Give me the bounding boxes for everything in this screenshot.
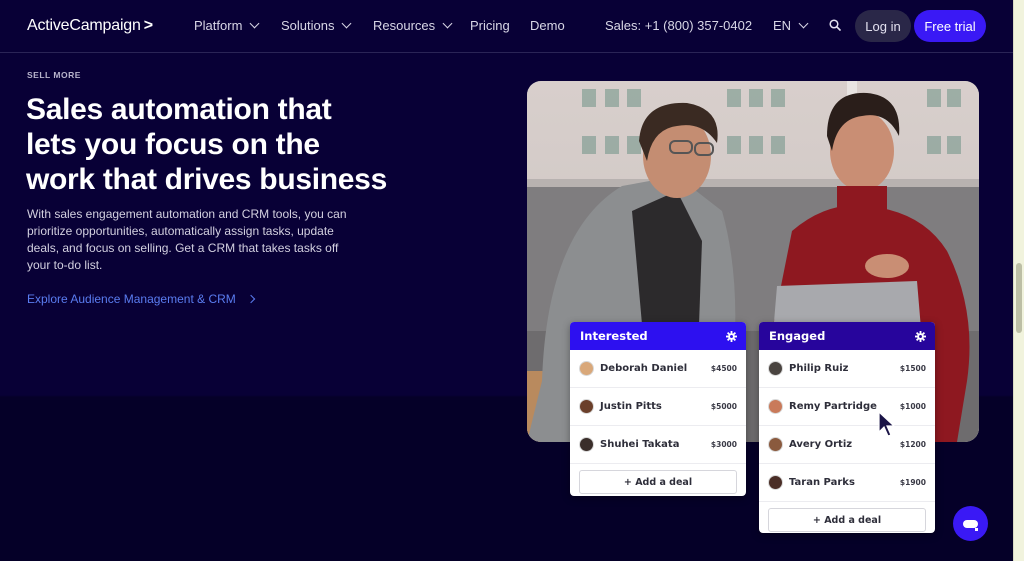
page-scrollbar[interactable] xyxy=(1013,0,1024,561)
free-trial-button[interactable]: Free trial xyxy=(914,10,986,42)
deal-row[interactable]: Remy Partridge $1000 xyxy=(759,388,935,426)
scrollbar-thumb[interactable] xyxy=(1016,263,1022,333)
deal-name: Deborah Daniel xyxy=(600,363,688,374)
deal-name: Philip Ruiz xyxy=(789,363,849,374)
deal-amount: $1000 xyxy=(899,402,926,411)
nav-resources[interactable]: Resources xyxy=(373,18,453,33)
avatar xyxy=(768,475,783,490)
chevron-right-icon xyxy=(246,294,256,304)
deal-row[interactable]: Justin Pitts $5000 xyxy=(570,388,746,426)
deal-row[interactable]: Deborah Daniel $4500 xyxy=(570,350,746,388)
deal-amount: $4500 xyxy=(710,364,737,373)
deal-amount: $5000 xyxy=(710,402,737,411)
pipeline-stage-interested: Interested Deborah Daniel $4500 Justin P… xyxy=(570,322,746,496)
deal-amount: $1200 xyxy=(899,440,926,449)
avatar xyxy=(579,399,594,414)
deal-name: Justin Pitts xyxy=(600,401,662,412)
nav-platform[interactable]: Platform xyxy=(194,18,260,33)
deal-amount: $1900 xyxy=(899,478,926,487)
avatar xyxy=(768,361,783,376)
deal-row[interactable]: Avery Ortiz $1200 xyxy=(759,426,935,464)
stage-title: Engaged xyxy=(769,329,826,343)
nav-label: Resources xyxy=(373,18,436,33)
deal-name: Taran Parks xyxy=(789,477,855,488)
nav-pricing[interactable]: Pricing xyxy=(470,18,510,33)
chat-button[interactable] xyxy=(953,506,988,541)
nav-label: Pricing xyxy=(470,18,510,33)
stage-header: Interested xyxy=(570,322,746,350)
deal-row[interactable]: Shuhei Takata $3000 xyxy=(570,426,746,464)
nav-demo[interactable]: Demo xyxy=(530,18,565,33)
page: ActiveCampaign > Platform Solutions Reso… xyxy=(0,0,1013,561)
chevron-down-icon xyxy=(798,18,809,29)
headline-line: lets you focus on the xyxy=(26,128,320,161)
chevron-down-icon xyxy=(442,18,453,29)
eyebrow-label: SELL MORE xyxy=(27,70,81,80)
deal-row[interactable]: Philip Ruiz $1500 xyxy=(759,350,935,388)
stage-title: Interested xyxy=(580,329,648,343)
link-label: Explore Audience Management & CRM xyxy=(27,292,236,306)
chevron-down-icon xyxy=(249,18,260,29)
nav-label: Demo xyxy=(530,18,565,33)
avatar xyxy=(768,399,783,414)
nav-solutions[interactable]: Solutions xyxy=(281,18,352,33)
deal-row[interactable]: Taran Parks $1900 xyxy=(759,464,935,502)
headline-line: work that drives business xyxy=(26,163,387,196)
gear-icon[interactable] xyxy=(915,330,926,342)
gear-icon[interactable] xyxy=(726,330,737,342)
sales-phone-link[interactable]: Sales: +1 (800) 357-0402 xyxy=(605,18,752,33)
cursor-pointer-icon xyxy=(878,411,896,437)
chat-icon xyxy=(963,519,978,531)
search-icon[interactable] xyxy=(829,19,841,31)
avatar xyxy=(579,437,594,452)
nav-label: Solutions xyxy=(281,18,335,33)
login-button[interactable]: Log in xyxy=(855,10,911,42)
pipeline-stage-engaged: Engaged Philip Ruiz $1500 Remy Partridge… xyxy=(759,322,935,533)
deal-name: Shuhei Takata xyxy=(600,439,680,450)
site-header: ActiveCampaign > Platform Solutions Reso… xyxy=(0,0,1013,53)
hero-description: With sales engagement automation and CRM… xyxy=(27,207,347,272)
deal-amount: $1500 xyxy=(899,364,926,373)
add-deal-button[interactable]: + Add a deal xyxy=(768,508,926,532)
explore-crm-link[interactable]: Explore Audience Management & CRM xyxy=(27,292,256,306)
deal-name: Avery Ortiz xyxy=(789,439,853,450)
avatar xyxy=(768,437,783,452)
logo-chevron-icon: > xyxy=(143,17,153,34)
stage-header: Engaged xyxy=(759,322,935,350)
language-selector[interactable]: EN xyxy=(773,18,809,33)
chevron-down-icon xyxy=(342,18,352,29)
logo-text: ActiveCampaign xyxy=(27,17,141,34)
deal-amount: $3000 xyxy=(710,440,737,449)
page-title: Sales automation that lets you focus on … xyxy=(26,92,446,197)
headline-line: Sales automation that xyxy=(26,93,332,126)
nav-label: Platform xyxy=(194,18,243,33)
logo[interactable]: ActiveCampaign > xyxy=(27,17,153,35)
language-label: EN xyxy=(773,18,792,33)
add-deal-button[interactable]: + Add a deal xyxy=(579,470,737,494)
avatar xyxy=(579,361,594,376)
